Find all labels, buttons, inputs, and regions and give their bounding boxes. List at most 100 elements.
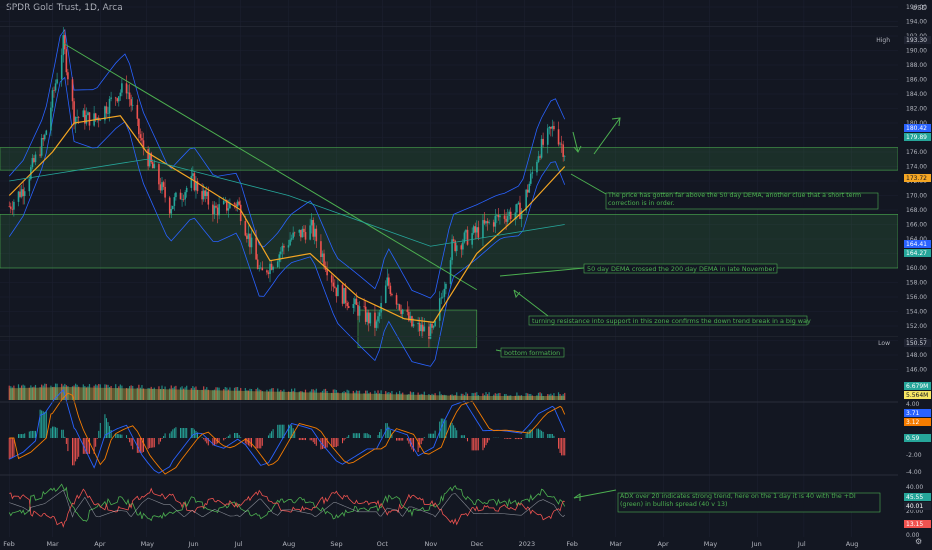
macd-histogram-bar [281, 424, 283, 438]
macd-histogram-bar [505, 438, 507, 439]
badge-price4: 164.41 [906, 241, 927, 248]
macd-histogram-bar [460, 435, 462, 438]
month-label: Aug [283, 540, 296, 548]
macd-histogram-bar [10, 438, 12, 459]
settings-gear-icon[interactable]: ⚙ [915, 537, 922, 546]
macd-histogram-bar [485, 438, 487, 446]
macd-histogram-bar [226, 437, 228, 438]
candle-body [378, 312, 381, 317]
candle-body [384, 285, 387, 304]
annotation-dema-above: The price has gotten far above the 50 da… [605, 192, 879, 210]
price-tick-label: 168.00 [906, 207, 927, 214]
candle-body [546, 128, 549, 145]
candle-body [312, 220, 315, 237]
macd-histogram-bar [213, 438, 215, 446]
candle-body [88, 112, 91, 126]
macd-histogram-bar [300, 438, 302, 441]
candle-body [445, 283, 447, 289]
macd-histogram-bar [309, 438, 311, 441]
candle-body [222, 200, 225, 205]
macd-histogram-bar [433, 433, 435, 438]
candle-body [332, 282, 335, 287]
candle-body [151, 162, 154, 169]
candle-body [289, 239, 291, 246]
macd-histogram-bar [399, 438, 401, 441]
candle-body [227, 208, 230, 211]
candle-body [562, 144, 564, 157]
macd-histogram-bar [55, 427, 57, 438]
macd-histogram-bar [334, 438, 336, 448]
candle-body [347, 306, 350, 308]
macd-histogram-bar [298, 438, 300, 441]
candle-body [62, 35, 65, 56]
candle-body [460, 245, 463, 250]
macd-histogram-bar [280, 424, 282, 438]
macd-histogram-bar [56, 427, 58, 438]
candle-body [85, 115, 88, 124]
candle-body [215, 205, 217, 208]
macd-histogram-bar [234, 433, 236, 438]
candle-body [550, 127, 552, 129]
macd-histogram-bar [192, 428, 194, 438]
candle-body [420, 324, 423, 332]
chart-canvas[interactable]: USD 196.00194.00192.00190.00188.00186.00… [0, 0, 932, 550]
macd-histogram-bar [203, 438, 205, 440]
macd-histogram-bar [258, 438, 260, 449]
pointer-arrow-icon [495, 349, 502, 352]
macd-histogram-bar [528, 429, 530, 438]
macd-histogram-bar [548, 433, 550, 438]
annotation-dema-cross: 50 day DEMA crossed the 200 day DEMA in … [583, 263, 778, 274]
candle-body [118, 96, 120, 102]
candle-body [364, 306, 367, 322]
macd-histogram-bar [434, 430, 436, 438]
macd-histogram-bar [75, 438, 77, 462]
candle-body [233, 203, 236, 205]
macd-histogram-bar [21, 434, 23, 438]
candle-body [287, 245, 290, 248]
macd-histogram-bar [517, 438, 519, 440]
candle-body [192, 173, 194, 176]
candle-body [423, 326, 426, 332]
candle-body [395, 295, 398, 305]
macd-histogram-bar [428, 433, 430, 438]
candle-body [397, 304, 399, 305]
macd-histogram-bar [315, 438, 317, 446]
candle-body [116, 98, 119, 102]
macd-histogram-bar [463, 435, 465, 438]
macd-histogram-bar [251, 438, 253, 448]
candle-body [465, 229, 467, 233]
volume-bars [8, 383, 566, 400]
candle-body [494, 215, 497, 227]
candle-body [540, 138, 543, 158]
candle-body [529, 173, 532, 184]
macd-histogram-bar [186, 428, 188, 438]
candle-body [164, 186, 166, 198]
macd-histogram-bar [227, 435, 229, 438]
candle-body [121, 83, 123, 93]
price-tick-label: 154.00 [906, 309, 927, 316]
macd-histogram-bar [31, 430, 33, 438]
macd-histogram-bar [471, 438, 473, 451]
candle-body [401, 309, 404, 315]
macd-histogram-bar [118, 434, 120, 438]
macd-histogram-bar [30, 430, 32, 438]
macd-histogram-bar [257, 438, 259, 449]
month-label: Dec [471, 540, 484, 548]
candle-body [557, 129, 560, 145]
macd-histogram-bar [516, 438, 518, 440]
annotation-resistance-text: turning resistance into support in this … [532, 317, 811, 325]
candle-body [107, 113, 109, 115]
macd-histogram-bar [28, 431, 30, 438]
candle-body [505, 218, 507, 222]
macd-histogram-bar [537, 428, 539, 438]
month-label: Aug [846, 540, 859, 548]
candle-body [23, 191, 26, 197]
macd-histogram-bar [508, 438, 510, 439]
macd-histogram-bar [311, 438, 313, 441]
macd-histogram-bar [78, 438, 80, 457]
badge-high-value: 193.30 [906, 37, 927, 44]
price-tick-label: 160.00 [906, 265, 927, 272]
candle-body [159, 184, 162, 191]
candle-body [411, 316, 413, 327]
candle-body [298, 229, 301, 233]
